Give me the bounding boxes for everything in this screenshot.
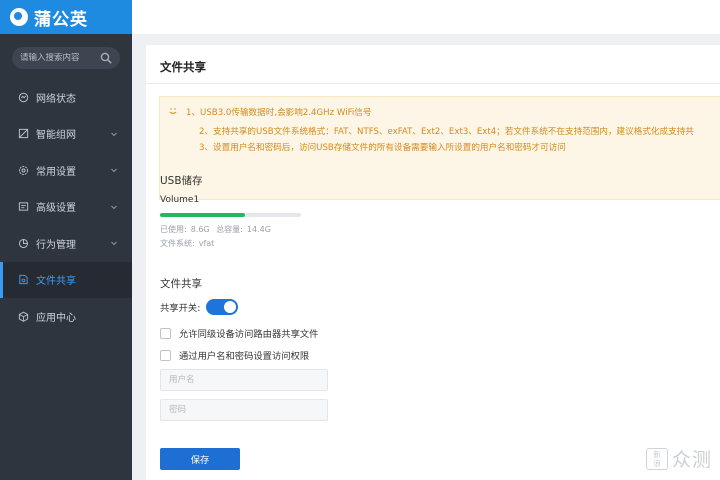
- used-value: 8.6G: [190, 225, 210, 234]
- sidebar-item-file-share[interactable]: 文件共享: [0, 261, 132, 298]
- file-share-panel: 文件共享 1、USB3.0传输数据时,会影响2.4GHz WiFi信号 2、支持…: [146, 45, 720, 480]
- notice-line-2: 2、支持共享的USB文件系统格式：FAT、NTFS、exFAT、Ext2、Ext…: [199, 127, 694, 137]
- usb-storage-title: USB储存: [160, 175, 203, 187]
- watermark-badge-top: 新: [653, 449, 661, 459]
- used-label: 已使用:: [160, 225, 187, 234]
- notice-line-1: 1、USB3.0传输数据时,会影响2.4GHz WiFi信号: [186, 108, 372, 118]
- search-input[interactable]: [20, 53, 100, 63]
- sidebar-item-network-status[interactable]: 网络状态: [0, 79, 132, 116]
- search-box: [12, 47, 120, 69]
- sidebar-item-advanced-settings[interactable]: 高级设置: [0, 189, 132, 226]
- sidebar: 蒲公英 网络状态 智能组网 常用设置 高级设置 行为: [0, 0, 132, 480]
- storage-usage: 已使用: 8.6G 总容量: 14.4G: [160, 224, 275, 235]
- watermark: 新 浪 众测: [645, 445, 712, 472]
- filesystem-value: vfat: [198, 239, 215, 248]
- allow-lan-access-option[interactable]: 允许同级设备访问路由器共享文件: [160, 326, 318, 340]
- auth-access-checkbox[interactable]: [160, 349, 171, 361]
- filesystem-label: 文件系统:: [160, 239, 195, 248]
- chevron-down-icon: [111, 241, 117, 246]
- sidebar-item-label: 常用设置: [36, 166, 76, 178]
- share-toggle[interactable]: [206, 299, 239, 315]
- file-share-icon: [19, 275, 28, 285]
- logo-bar: 蒲公英: [0, 0, 132, 34]
- filesystem-info: 文件系统: vfat: [160, 238, 218, 249]
- top-bar: [132, 0, 720, 34]
- logo-text: 蒲公英: [34, 9, 88, 30]
- search-icon[interactable]: [100, 52, 112, 64]
- title-divider: [146, 83, 720, 84]
- chevron-down-icon: [111, 205, 117, 210]
- page-title: 文件共享: [160, 60, 206, 74]
- allow-lan-access-label: 允许同级设备访问路由器共享文件: [179, 329, 319, 340]
- capacity-label: 总容量:: [216, 225, 243, 234]
- allow-lan-access-checkbox[interactable]: [160, 327, 171, 339]
- share-switch-row: 共享开关:: [160, 299, 239, 315]
- share-switch-label: 共享开关:: [160, 303, 201, 314]
- sidebar-item-label: 智能组网: [36, 130, 76, 142]
- auth-access-label: 通过用户名和密码设置访问权限: [179, 351, 310, 362]
- advanced-settings-icon: [18, 202, 29, 211]
- password-field[interactable]: [160, 399, 328, 421]
- logo-icon: [10, 8, 28, 26]
- watermark-badge-bottom: 浪: [653, 458, 661, 468]
- notice-line-3: 3、设置用户名和密码后，访问USB存储文件的所有设备需要输入所设置的用户名和密码…: [199, 143, 566, 153]
- sidebar-item-smart-network[interactable]: 智能组网: [0, 116, 132, 153]
- auth-access-option[interactable]: 通过用户名和密码设置访问权限: [160, 348, 309, 362]
- file-share-section-title: 文件共享: [160, 278, 202, 290]
- toggle-knob: [224, 301, 237, 313]
- chevron-down-icon: [111, 168, 117, 173]
- watermark-text: 众测: [671, 449, 712, 471]
- volume-name: Volume1: [160, 195, 200, 205]
- capacity-value: 14.4G: [246, 225, 271, 234]
- storage-progress-fill: [160, 213, 245, 217]
- username-field[interactable]: [160, 369, 328, 391]
- chevron-down-icon: [111, 132, 117, 137]
- sidebar-item-label: 行为管理: [36, 239, 76, 251]
- storage-progress-bar: [160, 213, 301, 217]
- behavior-management-icon: [18, 238, 29, 248]
- sidebar-item-label: 应用中心: [36, 312, 76, 324]
- notice-box: 1、USB3.0传输数据时,会影响2.4GHz WiFi信号 2、支持共享的US…: [159, 96, 720, 200]
- sidebar-item-label: 高级设置: [36, 203, 76, 215]
- sidebar-item-app-center[interactable]: 应用中心: [0, 298, 132, 335]
- sidebar-item-common-settings[interactable]: 常用设置: [0, 152, 132, 189]
- smart-network-icon: [18, 129, 29, 139]
- sidebar-item-label: 网络状态: [36, 93, 76, 105]
- network-status-icon: [18, 92, 29, 102]
- app-center-icon: [18, 311, 29, 322]
- settings-icon: [18, 165, 29, 175]
- save-button[interactable]: 保存: [160, 448, 240, 470]
- watermark-badge: 新 浪: [645, 447, 668, 470]
- sidebar-item-behavior-management[interactable]: 行为管理: [0, 225, 132, 262]
- sidebar-item-label: 文件共享: [36, 276, 76, 288]
- sidebar-nav: 网络状态 智能组网 常用设置 高级设置 行为管理 文件共享 应用中心: [0, 79, 132, 335]
- smile-icon: [169, 108, 177, 115]
